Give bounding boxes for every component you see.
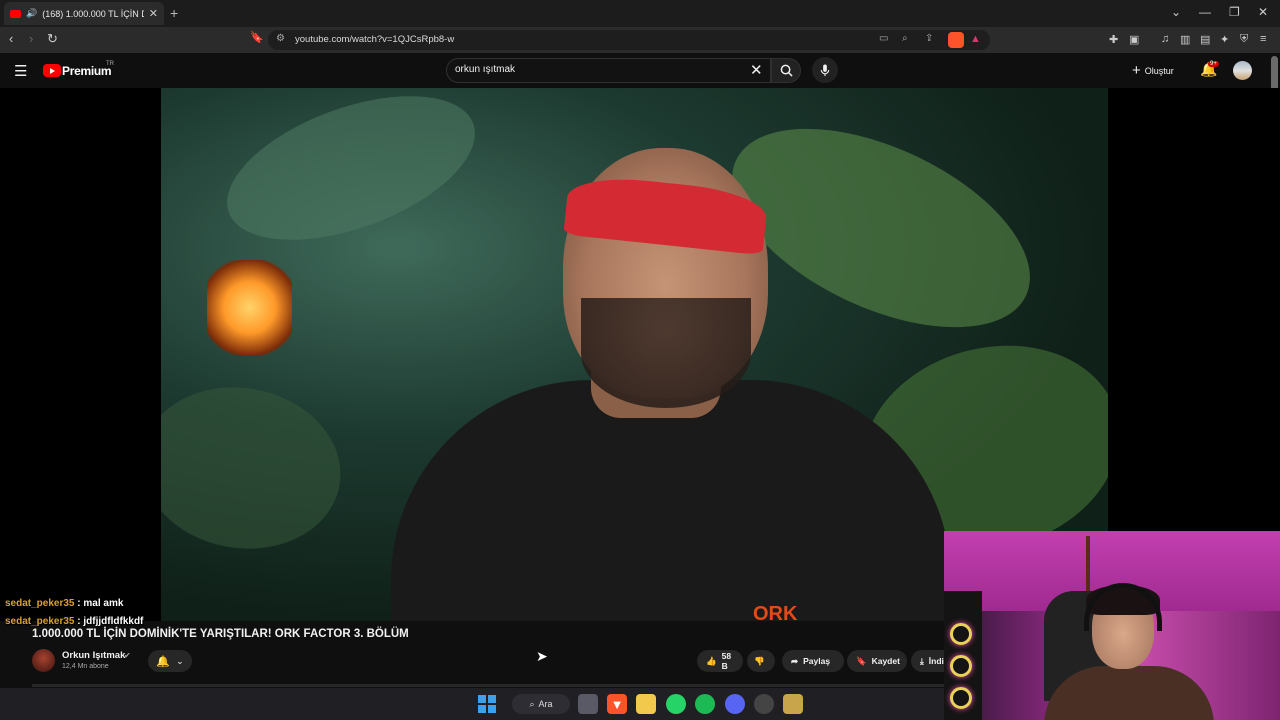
verified-badge-icon: ✔ [124, 651, 131, 660]
tab-search-icon[interactable]: ⌄ [1171, 5, 1181, 19]
windows-start-icon[interactable] [478, 695, 496, 713]
brave-browser-icon[interactable]: ▼ [607, 694, 627, 714]
download-icon: ⤓ [920, 655, 924, 666]
minimize-icon[interactable]: — [1199, 5, 1211, 19]
plus-icon: + [1132, 62, 1141, 79]
zoom-icon[interactable]: ⌕ [902, 33, 908, 44]
leo-ai-icon[interactable]: ✦ [1220, 33, 1229, 46]
league-of-legends-icon[interactable] [783, 694, 803, 714]
file-explorer-icon[interactable] [636, 694, 656, 714]
microphone-icon [820, 63, 830, 76]
reload-icon[interactable]: ↻ [47, 31, 58, 47]
brave-rewards-icon[interactable]: ▲ [970, 33, 981, 45]
speaker-icon[interactable]: 🔊 [26, 8, 37, 19]
site-info-icon[interactable]: ⚙ [276, 33, 285, 44]
taskbar-search-label: Ara [538, 699, 553, 709]
screenshot-icon[interactable]: ▣ [1129, 33, 1139, 46]
sidebar-icon[interactable]: ▥ [1180, 33, 1190, 46]
search-icon: ⌕ [529, 698, 535, 709]
spotify-icon[interactable] [695, 694, 715, 714]
download-label: İndir [928, 656, 944, 666]
forward-icon[interactable]: › [29, 31, 33, 46]
url-text[interactable]: youtube.com/watch?v=1QJCsRpb8-w [295, 34, 454, 45]
search-input-value[interactable]: orkun ışıtmak [455, 64, 515, 75]
taskbar-search[interactable]: ⌕ Ara [512, 694, 570, 714]
youtube-logo-icon[interactable] [43, 64, 61, 77]
like-count: 58 B [721, 651, 732, 671]
cast-icon[interactable]: ▭ [879, 33, 888, 44]
guide-menu-icon[interactable]: ☰ [14, 62, 27, 80]
share-arrow-icon: ➦ [791, 655, 799, 666]
vpn-icon[interactable]: ⛨ [1240, 33, 1248, 46]
save-button[interactable]: 🔖 Kaydet [847, 650, 907, 672]
wall-guitar [1086, 536, 1090, 596]
chat-username: sedat_peker35 [5, 616, 75, 627]
channel-name[interactable]: Orkun Işıtmak [62, 650, 125, 661]
notification-count-badge: 9+ [1208, 61, 1219, 67]
account-avatar[interactable] [1233, 61, 1252, 80]
extensions-icon[interactable]: ✚ [1109, 33, 1118, 46]
browser-tab-strip [0, 0, 1280, 27]
chat-message: sedat_peker35 : mal amk [5, 598, 124, 609]
youtube-logo-text[interactable]: Premium [62, 64, 112, 78]
download-button[interactable]: ⤓ İndir [911, 650, 944, 672]
chrome-icon[interactable] [754, 694, 774, 714]
share-label: Paylaş [803, 656, 831, 666]
search-button[interactable] [771, 58, 801, 83]
back-icon[interactable]: ‹ [9, 31, 13, 46]
chevron-down-icon: ⌄ [176, 655, 184, 666]
restore-icon[interactable]: ❐ [1229, 5, 1240, 19]
close-window-icon[interactable]: ✕ [1258, 5, 1268, 19]
create-label: Oluştur [1144, 65, 1174, 76]
dislike-button[interactable]: 👎 [747, 650, 775, 672]
lantern-light [207, 260, 292, 355]
streamer-webcam [944, 531, 1280, 720]
menu-icon[interactable]: ≡ [1260, 33, 1266, 45]
clear-search-icon[interactable]: ✕ [750, 61, 763, 79]
browser-tab[interactable]: 🔊 (168) 1.000.000 TL İÇİN DOMİ ✕ [4, 2, 164, 25]
share-button[interactable]: ➦ Paylaş [782, 650, 844, 672]
new-tab-icon[interactable]: + [170, 5, 178, 21]
wallet-icon[interactable]: ▤ [1200, 33, 1210, 46]
description-box-edge [32, 684, 944, 687]
task-view-icon[interactable] [578, 694, 598, 714]
media-icon[interactable]: ♫ [1161, 33, 1169, 45]
subscriber-count: 12,4 Mn abone [62, 663, 109, 670]
search-icon [780, 64, 793, 77]
youtube-favicon-icon [10, 9, 21, 18]
person-beard [581, 298, 751, 408]
brave-shield-icon[interactable] [948, 32, 964, 48]
whatsapp-icon[interactable] [666, 694, 686, 714]
create-button[interactable]: + Oluştur [1132, 62, 1174, 79]
save-label: Kaydet [871, 656, 900, 666]
jacket-logo: ORK [753, 603, 798, 621]
channel-avatar[interactable] [32, 649, 55, 672]
chat-message: sedat_peker35 : jdfjjdfldfkkdf [5, 616, 144, 627]
mouse-cursor-icon: ➤ [536, 648, 548, 664]
country-code: TR [106, 61, 114, 67]
chat-username: sedat_peker35 [5, 598, 75, 609]
pc-case [944, 591, 982, 720]
save-icon: 🔖 [856, 655, 867, 666]
like-button[interactable]: 👍 58 B [697, 650, 743, 672]
discord-icon[interactable] [725, 694, 745, 714]
video-title: 1.000.000 TL İÇİN DOMİNİK'TE YARIŞTILAR!… [32, 628, 409, 640]
subscription-notifications-button[interactable]: 🔔 ⌄ [148, 650, 192, 672]
thumbs-down-icon: 👎 [754, 655, 765, 666]
thumbs-up-icon: 👍 [706, 655, 717, 666]
bookmark-icon[interactable]: 🔖 [250, 31, 264, 44]
share-icon[interactable]: ⇪ [925, 33, 933, 44]
voice-search-button[interactable] [812, 57, 838, 83]
tab-title: (168) 1.000.000 TL İÇİN DOMİ [42, 8, 144, 19]
chat-text: jdfjjdfldfkkdf [83, 616, 144, 627]
chat-text: mal amk [83, 598, 124, 609]
bell-icon: 🔔 [156, 655, 171, 668]
close-tab-icon[interactable]: ✕ [149, 7, 158, 20]
